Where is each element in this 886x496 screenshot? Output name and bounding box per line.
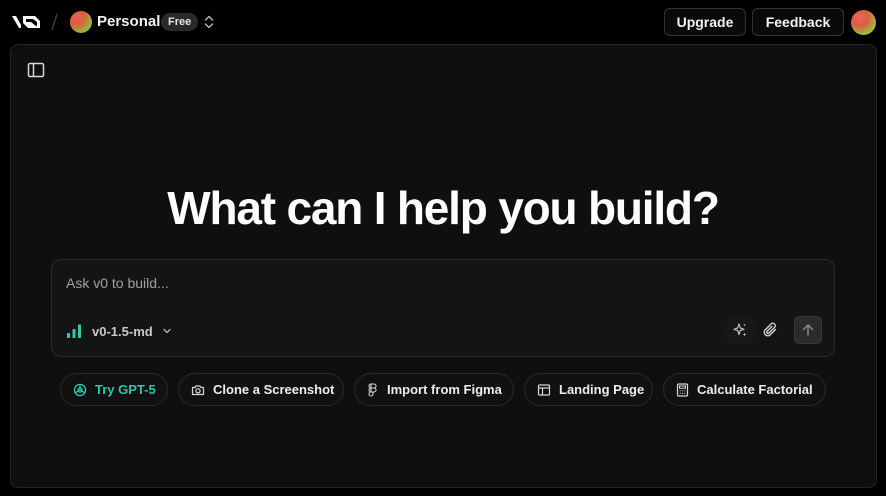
chip-label: Landing Page (559, 382, 645, 397)
sparkle-icon (733, 323, 747, 337)
suggestion-calculate-factorial[interactable]: Calculate Factorial (663, 373, 826, 406)
workspace-name[interactable]: Personal (97, 13, 160, 31)
chevron-up-down-icon[interactable] (203, 14, 215, 30)
chevron-down-icon (163, 328, 171, 334)
page-title: What can I help you build? (167, 182, 720, 234)
plan-badge: Free (161, 13, 199, 31)
calculator-icon (676, 382, 689, 397)
enhance-prompt-button[interactable] (726, 316, 754, 344)
prompt-box: v0-1.5-md (51, 259, 835, 357)
arrow-up-icon (802, 324, 814, 336)
openai-icon (73, 383, 87, 396)
user-avatar[interactable] (851, 10, 876, 35)
send-button[interactable] (794, 316, 822, 344)
layout-icon (537, 383, 551, 396)
attach-button[interactable] (757, 316, 785, 344)
model-label: v0-1.5-md (92, 323, 153, 339)
suggestion-clone-screenshot[interactable]: Clone a Screenshot (178, 373, 344, 406)
camera-icon (191, 384, 205, 395)
paperclip-icon (763, 322, 777, 337)
v0-logo-icon[interactable] (11, 12, 41, 32)
model-selector[interactable]: v0-1.5-md (66, 321, 172, 341)
feedback-button[interactable]: Feedback (752, 8, 844, 36)
workspace-avatar[interactable] (70, 11, 92, 33)
upgrade-button[interactable]: Upgrade (664, 8, 746, 36)
chip-label: Import from Figma (387, 382, 502, 397)
signal-bars-icon (67, 324, 81, 338)
suggestion-import-figma[interactable]: Import from Figma (354, 373, 514, 406)
top-bar: Personal Free Upgrade Feedback (0, 0, 886, 44)
figma-icon (368, 382, 377, 397)
chip-label: Try GPT-5 (95, 382, 156, 397)
suggestion-try-gpt5[interactable]: Try GPT-5 (60, 373, 168, 406)
suggestion-landing-page[interactable]: Landing Page (524, 373, 653, 406)
chip-label: Calculate Factorial (697, 382, 813, 397)
prompt-input[interactable] (64, 272, 764, 294)
sidebar-toggle-icon[interactable] (26, 60, 46, 80)
breadcrumb-separator-icon (51, 13, 58, 31)
chip-label: Clone a Screenshot (213, 382, 335, 397)
